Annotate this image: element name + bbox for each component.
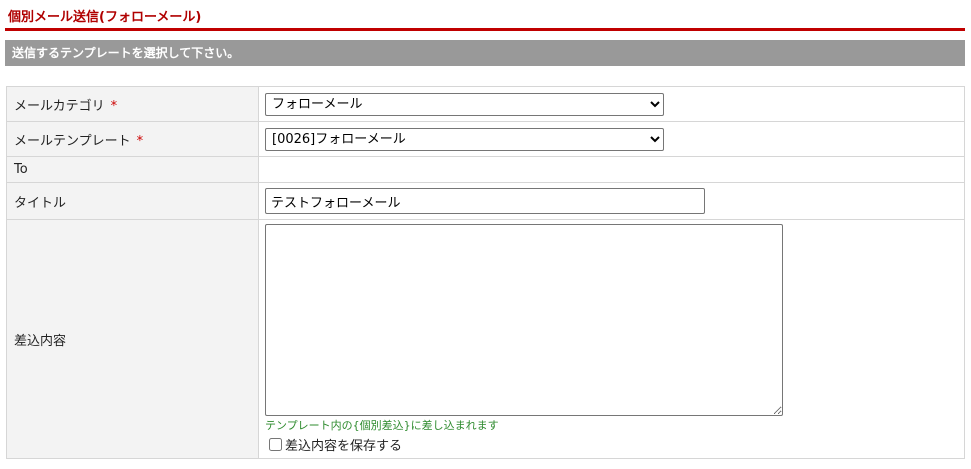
subject-label: タイトル [6,182,259,220]
mail-form-table: メールカテゴリ * フォローメール メールテンプレート * [0026]フォローメー… [6,86,965,459]
insert-row: 差込内容 テンプレート内の{個別差込}に差し込まれます 差込内容を保存する [6,219,965,459]
title-divider [5,28,965,31]
required-mark: * [110,98,118,114]
category-value-cell: フォローメール [258,86,965,122]
insert-value-cell: テンプレート内の{個別差込}に差し込まれます 差込内容を保存する [258,219,965,459]
to-row: To [6,156,965,183]
template-label: メールテンプレート [14,133,131,149]
to-value [258,156,965,183]
mail-template-select[interactable]: [0026]フォローメール [265,127,664,151]
insert-hint: テンプレート内の{個別差込}に差し込まれます [265,419,499,432]
subject-value-cell [258,182,965,220]
insert-content-textarea[interactable] [265,224,783,416]
mail-category-select[interactable]: フォローメール [265,92,664,116]
save-insert-label: 差込内容を保存する [285,439,403,454]
template-label-cell: メールテンプレート * [6,121,259,157]
subject-row: タイトル [6,182,965,220]
category-row: メールカテゴリ * フォローメール [6,86,965,122]
category-label: メールカテゴリ [14,98,105,114]
save-insert-option[interactable]: 差込内容を保存する [265,435,964,454]
template-row: メールテンプレート * [0026]フォローメール [6,121,965,157]
subject-input[interactable] [265,188,705,214]
page-title: 個別メール送信(フォローメール) [8,10,202,25]
template-value-cell: [0026]フォローメール [258,121,965,157]
insert-label: 差込内容 [6,219,259,459]
to-label: To [6,156,259,183]
save-insert-checkbox[interactable] [269,438,282,451]
required-mark: * [136,133,144,149]
category-label-cell: メールカテゴリ * [6,86,259,122]
instruction-bar: 送信するテンプレートを選択して下さい。 [5,40,965,66]
